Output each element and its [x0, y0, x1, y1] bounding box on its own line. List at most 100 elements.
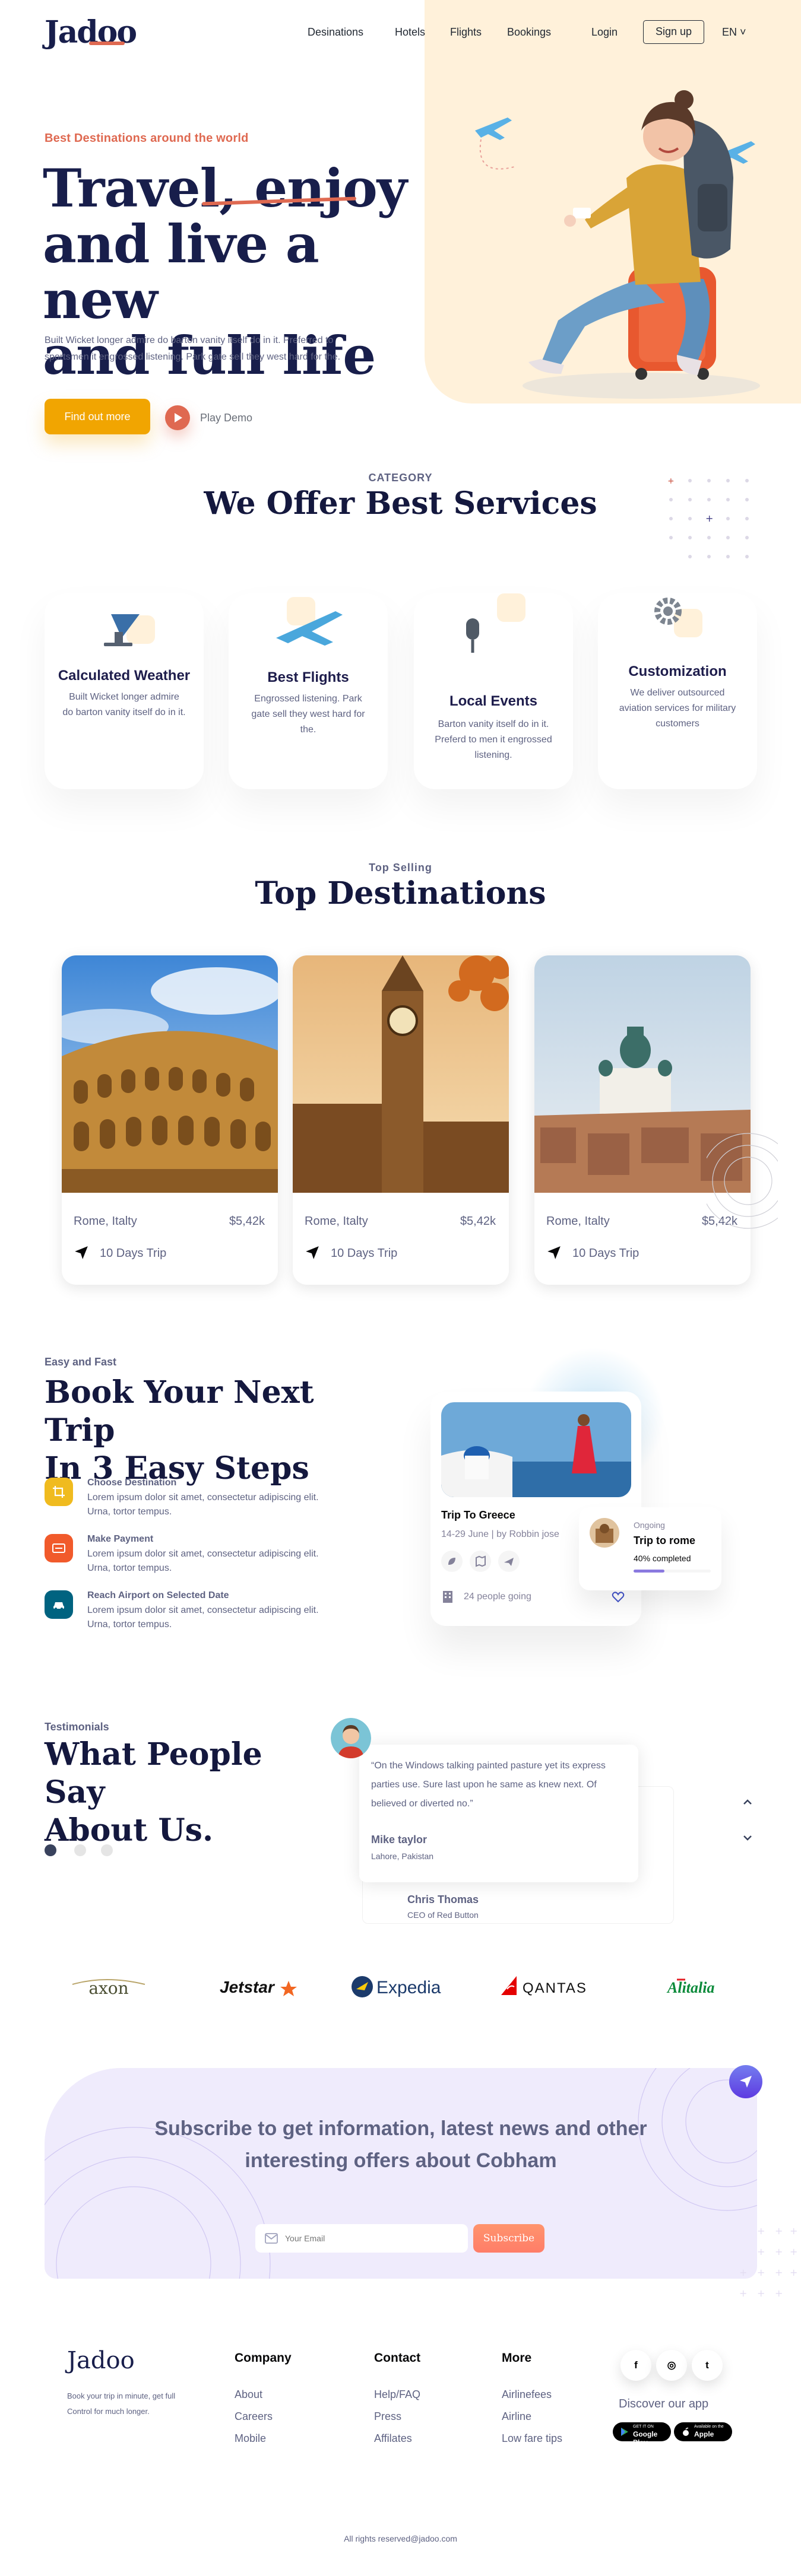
send-badge [729, 2065, 762, 2098]
service-card-weather[interactable]: Calculated Weather Built Wicket longer a… [45, 593, 204, 789]
step-description: Lorem ipsum dolor sit amet, consectetur … [87, 1492, 319, 1517]
svg-text:+: + [775, 2246, 783, 2257]
navigation-arrow-icon [75, 1246, 88, 1259]
destination-price: $5,42k [229, 1215, 265, 1228]
svg-text:+: + [790, 2225, 797, 2237]
nav-link-flights[interactable]: Flights [450, 26, 482, 39]
partner-logo-expedia[interactable]: Expedia [350, 1969, 451, 2005]
destination-image-colosseum [62, 955, 278, 1193]
service-name: Customization [628, 663, 727, 679]
destination-card[interactable]: Rome, Italty $5,42k 10 Days Trip [62, 955, 278, 1285]
partner-logo-axon[interactable]: axon [70, 1969, 147, 2005]
traveler-illustration [475, 90, 760, 399]
step-icon-background [45, 1534, 73, 1562]
progress-fill [634, 1570, 664, 1573]
microphone-icon [466, 593, 525, 653]
app-store-button[interactable]: Available on the Apple [674, 2422, 732, 2441]
destination-trip-length: 10 Days Trip [100, 1247, 167, 1260]
partner-logo-jetstar[interactable]: Jetstar [219, 1969, 299, 2005]
footer-link-mobile[interactable]: Mobile [235, 2432, 266, 2445]
testimonial-name: Chris Thomas [407, 1894, 479, 1905]
send-icon[interactable] [498, 1551, 520, 1572]
service-card-flights[interactable]: Best Flights Engrossed listening. Park g… [229, 593, 388, 789]
footer-link-press[interactable]: Press [374, 2410, 401, 2423]
trip-card-meta: 14-29 June | by Robbin jose [441, 1529, 559, 1539]
rome-thumbnail [590, 1518, 619, 1548]
footer-heading-company: Company [235, 2351, 292, 2365]
testimonial-dot[interactable] [101, 1844, 113, 1856]
footer-link-affiliates[interactable]: Affilates [374, 2432, 412, 2445]
partner-logo-alitalia[interactable]: Alitalia [665, 1969, 730, 2005]
language-select[interactable]: EN ˅ [722, 26, 746, 39]
svg-text:Expedia: Expedia [376, 1978, 441, 1997]
testimonial-dot-active[interactable] [45, 1844, 56, 1856]
footer-link-airlinefees[interactable]: Airlinefees [502, 2388, 552, 2401]
leaf-icon[interactable] [441, 1551, 463, 1572]
navigation-arrow-icon [306, 1246, 319, 1259]
twitter-icon[interactable]: t [692, 2350, 723, 2381]
trip-image-greece [441, 1402, 631, 1497]
destination-card[interactable]: Rome, Italty $5,42k 10 Days Trip [293, 955, 509, 1285]
service-name: Calculated Weather [58, 668, 191, 684]
google-play-button[interactable]: GET IT ON Google Play [613, 2422, 671, 2447]
partner-logo-qantas[interactable]: QANTAS [499, 1969, 600, 2005]
destination-city: Rome, Italty [546, 1215, 610, 1228]
play-demo-button[interactable] [165, 405, 190, 430]
footer-heading-contact: Contact [374, 2351, 421, 2365]
play-demo-label[interactable]: Play Demo [200, 412, 252, 424]
chevron-up-icon[interactable] [740, 1795, 755, 1809]
nav-link-destinations[interactable]: Desinations [308, 26, 363, 39]
service-description: Built Wicket longer admire do barton van… [62, 692, 186, 717]
subscribe-button[interactable]: Subscribe [473, 2224, 544, 2253]
svg-text:+: + [757, 2267, 765, 2278]
instagram-icon[interactable]: ◎ [656, 2350, 687, 2381]
nav-link-login[interactable]: Login [591, 26, 618, 39]
booking-step: Make Payment Lorem ipsum dolor sit amet,… [45, 1534, 377, 1576]
footer-logo[interactable]: Jadoo [67, 2347, 135, 2374]
svg-text:+: + [667, 477, 675, 486]
send-icon [740, 2076, 752, 2088]
footer-link-help[interactable]: Help/FAQ [374, 2388, 420, 2401]
footer-link-careers[interactable]: Careers [235, 2410, 273, 2423]
svg-text:+: + [790, 2246, 797, 2257]
ongoing-title: Trip to rome [634, 1535, 696, 1546]
facebook-icon[interactable]: f [620, 2350, 651, 2381]
booking-step: Choose Destination Lorem ipsum dolor sit… [45, 1478, 377, 1519]
svg-text:+: + [790, 2267, 797, 2278]
ongoing-trip-card[interactable]: Ongoing Trip to rome 40% completed [579, 1507, 721, 1590]
signup-button[interactable]: Sign up [643, 20, 704, 44]
footer-heading-more: More [502, 2351, 532, 2365]
copyright: All rights reserved@jadoo.com [344, 2534, 457, 2543]
booking-title: Book Your Next Trip In 3 Easy Steps [45, 1374, 314, 1486]
hero-kicker: Best Destinations around the world [45, 132, 249, 145]
svg-text:+: + [757, 2246, 765, 2257]
map-icon[interactable] [470, 1551, 491, 1572]
service-description: Barton vanity itself do in it. Preferd t… [435, 719, 552, 760]
testimonial-dot[interactable] [74, 1844, 86, 1856]
email-field[interactable] [255, 2224, 468, 2253]
chevron-down-icon[interactable] [740, 1831, 755, 1845]
svg-text:+: + [739, 2288, 747, 2299]
footer-link-airline[interactable]: Airline [502, 2410, 531, 2423]
discover-app-label: Discover our app [619, 2397, 709, 2410]
heart-icon[interactable] [611, 1590, 625, 1604]
destinations-title: Top Destinations [255, 875, 546, 911]
testimonial-quote: “On the Windows talking painted pasture … [371, 1761, 606, 1809]
svg-text:axon: axon [88, 1978, 128, 1998]
svg-text:+: + [775, 2288, 783, 2299]
svg-text:+: + [757, 2225, 765, 2237]
service-description: We deliver outsourced aviation services … [619, 688, 736, 729]
footer-link-low-fare-tips[interactable]: Low fare tips [502, 2432, 562, 2445]
testimonials-kicker: Testimonials [45, 1721, 109, 1733]
service-card-customization[interactable]: Customization We deliver outsourced avia… [598, 593, 757, 789]
nav-link-bookings[interactable]: Bookings [507, 26, 551, 39]
apple-icon [683, 2428, 689, 2436]
email-input[interactable] [285, 2224, 457, 2253]
step-title: Choose Destination [87, 1478, 177, 1488]
decorative-rings [707, 1133, 778, 1229]
service-card-events[interactable]: Local Events Barton vanity itself do in … [414, 593, 573, 789]
nav-link-hotels[interactable]: Hotels [395, 26, 425, 39]
plane-icon [475, 117, 512, 140]
footer-link-about[interactable]: About [235, 2388, 262, 2401]
find-out-more-button[interactable]: Find out more [45, 399, 150, 434]
